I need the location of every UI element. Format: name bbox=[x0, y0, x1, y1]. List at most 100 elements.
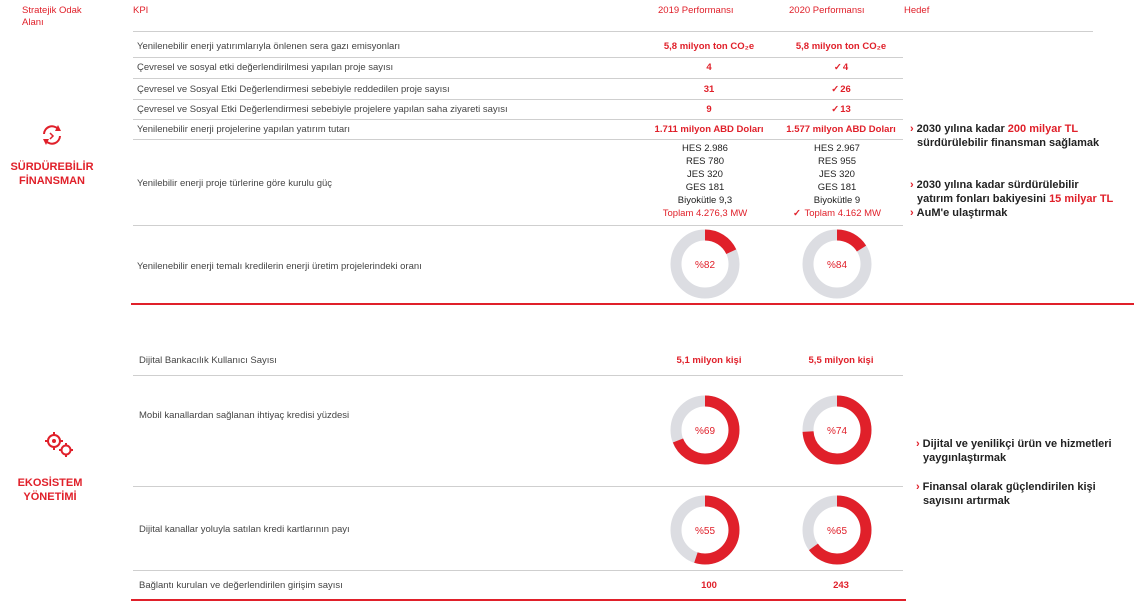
donut-cards-2020: %65 bbox=[802, 495, 872, 565]
donut-ratio-2019: %82 bbox=[670, 229, 740, 299]
kpi-ratio: Yenilenebilir enerji temalı kredilerin e… bbox=[137, 261, 422, 272]
header-divider bbox=[133, 31, 1093, 32]
chevron-right-icon: › bbox=[910, 207, 914, 219]
value-2020-rejected-cell: ✓26 bbox=[776, 84, 906, 95]
value-2019-visits: 9 bbox=[706, 104, 712, 115]
donut-mobile-2019: %69 bbox=[670, 395, 740, 465]
capacity-2019-total: Toplam 4.276,3 MW bbox=[662, 208, 748, 219]
row-divider bbox=[133, 375, 903, 376]
kpi-digital-users: Dijital Bankacılık Kullanıcı Sayısı bbox=[139, 355, 277, 366]
donut-label: %55 bbox=[695, 526, 715, 537]
value-2019-rejected: 31 bbox=[703, 84, 715, 95]
header-focus-area: Stratejik Odak Alanı bbox=[22, 5, 82, 29]
row-divider bbox=[133, 139, 903, 140]
capacity-2019: HES 2.986 RES 780 JES 320 GES 181 Biyokü… bbox=[640, 142, 770, 220]
value-2020-investment: 1.577 milyon ABD Doları bbox=[786, 124, 896, 135]
header-2019: 2019 Performansı bbox=[658, 5, 734, 16]
row-divider bbox=[133, 99, 903, 100]
capacity-2020-item: Biyokütle 9 bbox=[813, 195, 861, 206]
goal-text: 2030 yılına kadar sürdürülebilir bbox=[916, 179, 1079, 191]
goal-text: sürdürülebilir finansman sağlamak bbox=[917, 137, 1100, 149]
chevron-right-icon: › bbox=[910, 123, 914, 135]
capacity-2019-item: GES 181 bbox=[685, 182, 725, 193]
section2-title-line2: YÖNETİMİ bbox=[23, 491, 77, 503]
donut-label: %74 bbox=[827, 426, 847, 437]
header-focus-area-text: Stratejik Odak Alanı bbox=[22, 5, 82, 28]
section-divider bbox=[131, 599, 906, 601]
capacity-2019-item: RES 780 bbox=[685, 156, 725, 167]
check-icon: ✓ bbox=[793, 208, 801, 219]
gears-icon bbox=[45, 432, 73, 457]
goal-highlight: 200 milyar TL bbox=[1007, 123, 1079, 135]
capacity-2020: HES 2.967 RES 955 JES 320 GES 181 Biyokü… bbox=[772, 142, 902, 220]
row-divider bbox=[133, 225, 903, 226]
section2-title: EKOSİSTEM YÖNETİMİ bbox=[0, 476, 100, 504]
section1-title-line1: SÜRDÜREBİLİR bbox=[10, 161, 94, 173]
kpi-site-visits: Çevresel ve Sosyal Etki Değerlendirmesi … bbox=[137, 104, 508, 115]
donut-label: %65 bbox=[827, 526, 847, 537]
value-2019-assessed: 4 bbox=[706, 62, 712, 73]
donut-label: %69 bbox=[695, 426, 715, 437]
goal-text: Dijital ve yenilikçi ürün ve hizmetleri bbox=[922, 438, 1112, 450]
donut-label: %82 bbox=[695, 260, 715, 271]
section1-title-line2: FİNANSMAN bbox=[19, 175, 85, 187]
header-kpi: KPI bbox=[133, 5, 149, 16]
kpi-rejected-projects: Çevresel ve Sosyal Etki Değerlendirmesi … bbox=[137, 84, 450, 95]
section1-title: SÜRDÜREBİLİR FİNANSMAN bbox=[2, 160, 102, 188]
kpi-emissions: Yenilenebilir enerji yatırımlarıyla önle… bbox=[137, 41, 401, 52]
goal-text: sayısını artırmak bbox=[923, 495, 1010, 507]
goal-text: Finansal olarak güçlendirilen kişi bbox=[922, 481, 1096, 493]
goal-digital: › Dijital ve yenilikçi ürün ve hizmetleri… bbox=[916, 437, 1112, 465]
row-divider bbox=[133, 119, 903, 120]
section-divider bbox=[131, 303, 1134, 305]
capacity-2020-item: JES 320 bbox=[819, 169, 855, 180]
value-2020-rejected: 26 bbox=[840, 84, 851, 95]
value-2020-visits-cell: ✓13 bbox=[776, 104, 906, 115]
goal-funds: › 2030 yılına kadar sürdürülebilir yatırı… bbox=[910, 178, 1113, 220]
goal-text: 2030 yılına kadar bbox=[916, 123, 1008, 135]
donut-label: %84 bbox=[827, 260, 847, 271]
row-divider bbox=[133, 570, 903, 571]
value-2019-startups: 100 bbox=[701, 580, 717, 591]
donut-cards-2019: %55 bbox=[670, 495, 740, 565]
header-2020: 2020 Performansı bbox=[789, 5, 865, 16]
capacity-2020-item: RES 955 bbox=[817, 156, 857, 167]
goal-text: yatırım fonları bakiyesini bbox=[917, 193, 1050, 205]
row-divider bbox=[133, 78, 903, 79]
value-2019-emissions: 5,8 milyon ton CO₂e bbox=[663, 41, 755, 52]
capacity-2020-item: HES 2.967 bbox=[814, 143, 860, 154]
header-target: Hedef bbox=[904, 5, 930, 16]
goal-text: AuM'e ulaştırmak bbox=[916, 207, 1008, 219]
kpi-mobile-loans: Mobil kanallardan sağlanan ihtiyaç kredi… bbox=[139, 410, 350, 421]
goal-empowerment: › Finansal olarak güçlendirilen kişi sayı… bbox=[916, 480, 1096, 508]
row-divider bbox=[133, 486, 903, 487]
value-2020-emissions: 5,8 milyon ton CO₂e bbox=[795, 41, 887, 52]
capacity-2019-item: JES 320 bbox=[687, 169, 723, 180]
kpi-startups: Bağlantı kurulan ve değerlendirilen giri… bbox=[139, 580, 343, 591]
value-2020-assessed-cell: ✓4 bbox=[776, 62, 906, 73]
value-2019-users: 5,1 milyon kişi bbox=[676, 355, 742, 366]
value-2020-startups: 243 bbox=[833, 580, 849, 591]
section2-title-line1: EKOSİSTEM bbox=[17, 477, 83, 489]
goal-highlight: 15 milyar TL bbox=[1049, 193, 1114, 205]
chevron-right-icon: › bbox=[916, 438, 920, 450]
kpi-capacity: Yenilebilir enerji proje türlerine göre … bbox=[137, 178, 333, 189]
goal-sustainable-finance: › 2030 yılına kadar 200 milyar TL sürdürü… bbox=[910, 122, 1099, 150]
kpi-credit-cards: Dijital kanallar yoluyla satılan kredi k… bbox=[139, 524, 350, 535]
kpi-investment: Yenilenebilir enerji projelerine yapılan… bbox=[137, 124, 350, 135]
capacity-2020-total: Toplam 4.162 MW bbox=[804, 208, 881, 219]
check-icon: ✓ bbox=[831, 104, 840, 115]
kpi-assessed-projects: Çevresel ve sosyal etki değerlendirilmes… bbox=[137, 62, 394, 73]
capacity-2020-total-cell: ✓ Toplam 4.162 MW bbox=[772, 207, 902, 220]
capacity-2019-item: HES 2.986 bbox=[682, 143, 728, 154]
value-2020-users: 5,5 milyon kişi bbox=[808, 355, 874, 366]
goal-text: yaygınlaştırmak bbox=[923, 452, 1007, 464]
check-icon: ✓ bbox=[831, 84, 840, 95]
value-2020-visits: 13 bbox=[840, 104, 851, 115]
chevron-right-icon: › bbox=[916, 481, 920, 493]
donut-mobile-2020: %74 bbox=[802, 395, 872, 465]
donut-ratio-2020: %84 bbox=[802, 229, 872, 299]
recycle-arrows-icon bbox=[43, 125, 61, 145]
capacity-2020-item: GES 181 bbox=[817, 182, 857, 193]
check-icon: ✓ bbox=[833, 62, 842, 73]
